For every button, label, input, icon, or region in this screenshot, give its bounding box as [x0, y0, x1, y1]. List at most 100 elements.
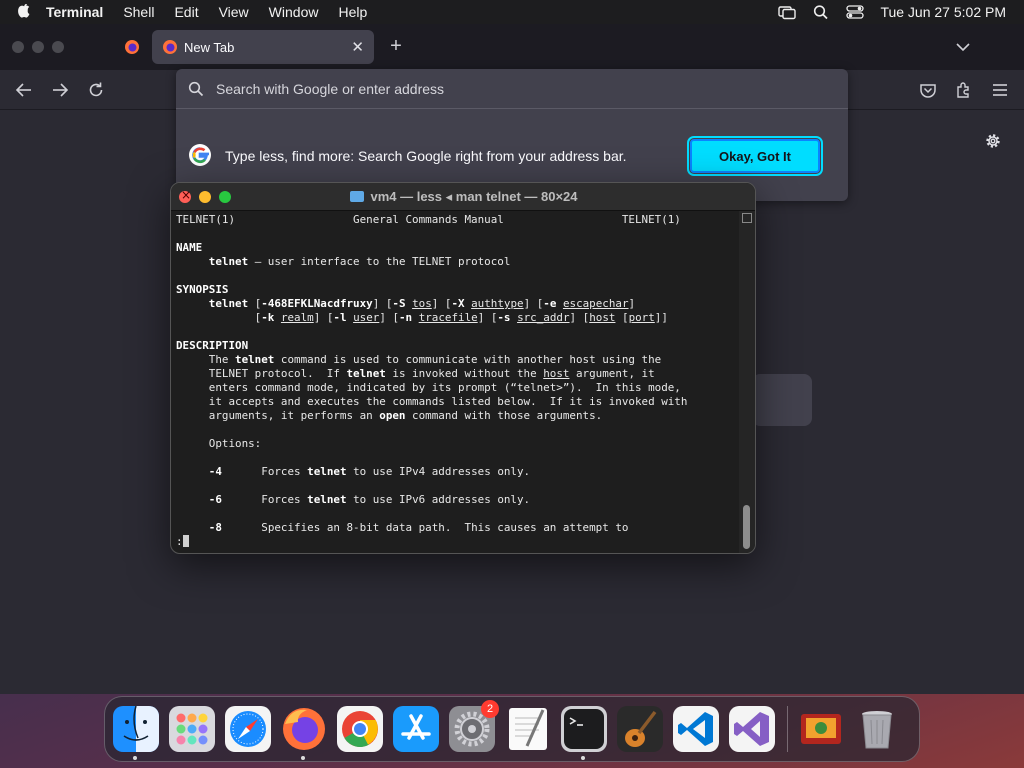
- visual-studio-icon: [729, 706, 775, 752]
- terminal-text: user: [353, 311, 380, 324]
- menu-app-name[interactable]: Terminal: [46, 4, 103, 20]
- apple-logo-icon[interactable]: [18, 4, 32, 20]
- dock-photo-booth[interactable]: [798, 706, 844, 752]
- terminal-text: telnet: [235, 353, 275, 366]
- scroll-split-icon[interactable]: [742, 213, 752, 223]
- dock-launchpad[interactable]: [169, 706, 215, 752]
- terminal-line: TELNET protocol. If telnet is invoked wi…: [176, 367, 736, 381]
- terminal-text: command is used to communicate with anot…: [274, 353, 662, 366]
- terminal-text: ] [: [477, 311, 498, 324]
- dock-chrome[interactable]: [337, 706, 383, 752]
- terminal-text: tos: [412, 297, 432, 310]
- terminal-text: ] [: [569, 311, 590, 324]
- menu-view[interactable]: View: [219, 4, 249, 20]
- forward-arrow-icon[interactable]: [50, 80, 70, 100]
- terminal-window: vm4 — less ◂ man telnet — 80×24 TELNET(1…: [170, 182, 756, 554]
- dock-trash[interactable]: [854, 706, 900, 752]
- terminal-text: realm: [280, 311, 314, 324]
- terminal-line: NAME: [176, 241, 736, 255]
- spotlight-search-icon[interactable]: [812, 4, 830, 20]
- terminal-scrollbar[interactable]: [739, 211, 755, 553]
- firefox-icon: [163, 40, 177, 54]
- tab-strip: New Tab ✕ +: [0, 24, 1024, 70]
- back-arrow-icon[interactable]: [14, 80, 34, 100]
- terminal-text: src_addr: [517, 311, 570, 324]
- dock-textedit[interactable]: [505, 706, 551, 752]
- urlbar-placeholder: Search with Google or enter address: [216, 80, 445, 97]
- firefox-minimize-button[interactable]: [32, 41, 44, 53]
- terminal-text: ] [: [431, 297, 452, 310]
- terminal-text: ] [: [313, 311, 334, 324]
- terminal-line: telnet [-468EFKLNacdfruxy] [-S tos] [-X …: [176, 297, 736, 311]
- terminal-text: [: [615, 311, 629, 324]
- tab-title: New Tab: [184, 39, 235, 55]
- dock-system-settings[interactable]: 2: [449, 700, 499, 752]
- terminal-text: TELNET(1) General Commands Manual TELNET…: [176, 213, 681, 226]
- control-center-icon[interactable]: [846, 4, 865, 20]
- terminal-text: -468EFKLNacdfruxy: [261, 297, 373, 310]
- photo-booth-icon: [801, 714, 841, 744]
- terminal-line: The telnet command is used to communicat…: [176, 353, 736, 367]
- terminal-text: -8: [208, 521, 222, 534]
- menu-help[interactable]: Help: [338, 4, 367, 20]
- terminal-text: ]: [628, 297, 636, 310]
- tab-close-icon[interactable]: ✕: [351, 38, 364, 56]
- menu-window[interactable]: Window: [269, 4, 319, 20]
- hamburger-menu-icon[interactable]: [990, 80, 1010, 100]
- terminal-text: is invoked without the: [385, 367, 544, 380]
- shortcut-tile[interactable]: [752, 374, 812, 426]
- terminal-titlebar[interactable]: vm4 — less ◂ man telnet — 80×24: [171, 183, 755, 211]
- dock-finder[interactable]: [113, 705, 159, 760]
- extensions-icon[interactable]: [954, 80, 974, 100]
- terminal-text: host: [589, 311, 616, 324]
- dock-app-store[interactable]: [393, 706, 439, 752]
- new-tab-button[interactable]: +: [386, 35, 406, 58]
- google-logo-icon: [189, 144, 211, 166]
- menubar-clock[interactable]: Tue Jun 27 5:02 PM: [880, 4, 1006, 20]
- terminal-text: DESCRIPTION: [176, 339, 249, 352]
- firefox-zoom-button[interactable]: [52, 41, 64, 53]
- guitar-icon: [617, 706, 663, 752]
- dock-visual-studio[interactable]: [729, 706, 775, 752]
- terminal-text: telnet: [346, 367, 386, 380]
- search-icon: [188, 81, 204, 96]
- firefox-icon: [283, 708, 325, 750]
- terminal-title-text: vm4 — less ◂ man telnet — 80×24: [370, 189, 578, 204]
- dock-terminal[interactable]: [561, 706, 607, 760]
- firefox-close-button[interactable]: [12, 41, 24, 53]
- urlbar-input[interactable]: Search with Google or enter address: [176, 69, 848, 109]
- menu-shell[interactable]: Shell: [123, 4, 154, 20]
- terminal-line: -6 Forces telnet to use IPv6 addresses o…: [176, 493, 736, 507]
- terminal-text: ] [: [379, 311, 399, 324]
- chevron-down-icon[interactable]: [954, 38, 972, 56]
- pinned-tab[interactable]: [112, 24, 152, 70]
- gear-icon[interactable]: [984, 132, 1002, 150]
- pocket-icon[interactable]: [918, 80, 938, 100]
- terminal-line: -8 Specifies an 8-bit data path. This ca…: [176, 521, 736, 535]
- terminal-text: telnet: [307, 465, 347, 478]
- terminal-text: telnet: [208, 297, 249, 310]
- terminal-text: Forces: [221, 465, 308, 478]
- dock-safari[interactable]: [225, 706, 271, 752]
- terminal-line: [-k realm] [-l user] [-n tracefile] [-s …: [176, 311, 736, 325]
- dock-firefox[interactable]: [281, 706, 327, 760]
- terminal-line: TELNET(1) General Commands Manual TELNET…: [176, 213, 736, 227]
- screen-mirroring-icon[interactable]: [778, 4, 797, 20]
- dock-vscode[interactable]: [673, 706, 719, 752]
- okay-got-it-button[interactable]: Okay, Got It: [687, 136, 823, 176]
- terminal-text: [: [248, 297, 262, 310]
- terminal-text: to use IPv6 addresses only.: [346, 493, 531, 506]
- tab-new-tab[interactable]: New Tab ✕: [152, 30, 374, 64]
- terminal-output[interactable]: TELNET(1) General Commands Manual TELNET…: [176, 213, 736, 551]
- reload-icon[interactable]: [86, 80, 106, 100]
- terminal-line: :: [176, 535, 736, 549]
- terminal-text: -6: [208, 493, 222, 506]
- scrollbar-thumb[interactable]: [743, 505, 750, 549]
- menu-edit[interactable]: Edit: [174, 4, 198, 20]
- dock-garageband[interactable]: [617, 706, 663, 752]
